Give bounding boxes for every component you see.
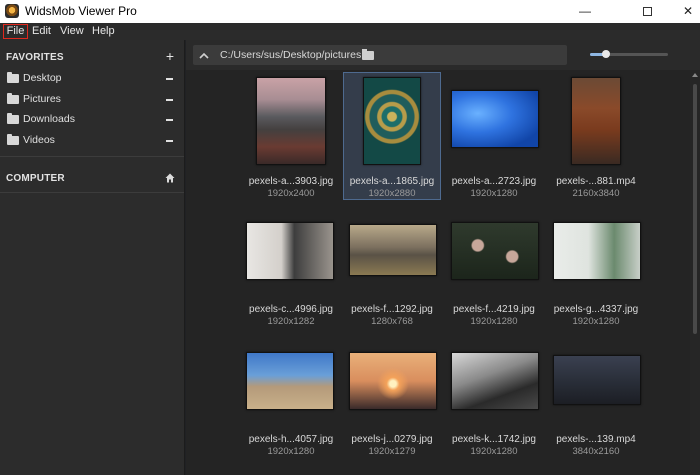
thumbnail-image [451, 352, 539, 410]
menu-help[interactable]: Help [92, 24, 115, 39]
close-button[interactable]: ✕ [676, 0, 700, 23]
remove-favorite-button[interactable] [166, 78, 173, 80]
window-title: WidsMob Viewer Pro [25, 4, 137, 18]
sidebar: FAVORITES + Desktop Pictures Downloads V… [0, 40, 185, 475]
thumbnail-image [256, 77, 326, 165]
thumbnail-tile[interactable]: pexels-a...2723.jpg 1920x1280 [445, 72, 543, 200]
scroll-up-arrow-icon[interactable] [692, 73, 698, 77]
file-name: pexels-f...4219.jpg [453, 304, 535, 315]
add-favorite-button[interactable]: + [166, 49, 174, 63]
file-dimensions: 1920x1280 [572, 316, 620, 327]
thumbnail-tile-selected[interactable]: pexels-a...1865.jpg 1920x2880 [343, 72, 441, 200]
file-dimensions: 1920x1280 [267, 446, 315, 457]
path-text[interactable]: C:/Users/sus/Desktop/pictures [220, 49, 361, 61]
thumbnail-image [246, 222, 334, 280]
title-bar: WidsMob Viewer Pro — ✕ [0, 0, 700, 23]
sidebar-item-pictures[interactable]: Pictures [0, 90, 184, 110]
sidebar-item-label: Pictures [23, 93, 61, 105]
file-name: pexels-f...1292.jpg [351, 304, 433, 315]
file-dimensions: 3840x2160 [572, 446, 620, 457]
menu-bar: File Edit View Help [0, 23, 700, 40]
remove-favorite-button[interactable] [166, 119, 173, 121]
file-dimensions: 1920x1280 [470, 188, 518, 199]
sidebar-item-downloads[interactable]: Downloads [0, 110, 184, 130]
menu-view[interactable]: View [60, 24, 84, 39]
thumbnail-image [349, 352, 437, 410]
thumbnail-tile[interactable]: pexels-h...4057.jpg 1920x1280 [242, 348, 340, 475]
thumbnail-image [451, 222, 539, 280]
file-dimensions: 1920x1280 [470, 316, 518, 327]
folder-icon [7, 72, 19, 83]
path-bar: C:/Users/sus/Desktop/pictures [186, 40, 700, 70]
thumbnail-image [571, 77, 621, 165]
file-name: pexels-a...1865.jpg [349, 176, 435, 187]
file-name: pexels-k...1742.jpg [452, 434, 536, 445]
menu-file[interactable]: File [3, 24, 28, 39]
thumbnail-image [363, 77, 421, 165]
thumbnail-tile[interactable]: pexels-j...0279.jpg 1920x1279 [343, 348, 441, 475]
sidebar-item-label: Desktop [23, 72, 62, 84]
remove-favorite-button[interactable] [166, 99, 173, 101]
file-name: pexels-...881.mp4 [556, 176, 636, 187]
thumbnail-image [451, 90, 539, 148]
file-dimensions: 1920x1280 [470, 446, 518, 457]
chevron-up-icon[interactable] [198, 49, 210, 61]
zoom-slider-handle[interactable] [601, 50, 610, 58]
maximize-button[interactable] [624, 0, 670, 23]
thumbnail-image [349, 224, 437, 276]
thumbnail-tile[interactable]: pexels-...881.mp4 2160x3840 [547, 72, 645, 200]
file-name: pexels-a...2723.jpg [451, 176, 537, 187]
vertical-scrollbar[interactable] [690, 70, 700, 475]
thumbnail-image [553, 355, 641, 405]
thumbnail-tile[interactable]: pexels-f...1292.jpg 1280x768 [343, 218, 441, 346]
file-dimensions: 1920x2880 [368, 188, 416, 199]
favorites-heading: FAVORITES [6, 52, 64, 63]
file-dimensions: 1920x2400 [267, 188, 315, 199]
thumbnail-grid: pexels-a...3903.jpg 1920x2400 pexels-a..… [186, 70, 690, 475]
maximize-icon [642, 7, 652, 17]
thumbnail-tile[interactable]: pexels-k...1742.jpg 1920x1280 [445, 348, 543, 475]
thumbnail-tile[interactable]: pexels-c...4996.jpg 1920x1282 [242, 218, 340, 346]
file-name: pexels-j...0279.jpg [351, 434, 433, 445]
zoom-slider[interactable] [590, 50, 668, 58]
folder-icon [7, 113, 19, 124]
thumbnail-image [553, 222, 641, 280]
computer-heading: COMPUTER [6, 173, 65, 184]
file-name: pexels-c...4996.jpg [249, 304, 333, 315]
menu-edit[interactable]: Edit [32, 24, 51, 39]
file-name: pexels-a...3903.jpg [248, 176, 334, 187]
sidebar-item-label: Downloads [23, 113, 75, 125]
thumbnail-tile[interactable]: pexels-a...3903.jpg 1920x2400 [242, 72, 340, 200]
folder-icon [7, 93, 19, 104]
minimize-button[interactable]: — [562, 0, 608, 23]
sidebar-divider [0, 192, 184, 193]
file-dimensions: 2160x3840 [572, 188, 620, 199]
remove-favorite-button[interactable] [166, 140, 173, 142]
folder-icon [7, 134, 19, 145]
file-name: pexels-h...4057.jpg [248, 434, 334, 445]
file-dimensions: 1920x1279 [368, 446, 416, 457]
scrollbar-thumb[interactable] [693, 84, 697, 334]
file-name: pexels-...139.mp4 [556, 434, 636, 445]
file-dimensions: 1280x768 [371, 316, 413, 327]
app-logo-icon [5, 4, 19, 18]
sidebar-item-label: Videos [23, 134, 55, 146]
thumbnail-tile[interactable]: pexels-f...4219.jpg 1920x1280 [445, 218, 543, 346]
sidebar-item-desktop[interactable]: Desktop [0, 69, 184, 89]
thumbnail-tile[interactable]: pexels-...139.mp4 3840x2160 [547, 348, 645, 475]
file-dimensions: 1920x1282 [267, 316, 315, 327]
thumbnail-tile[interactable]: pexels-g...4337.jpg 1920x1280 [547, 218, 645, 346]
path-box[interactable]: C:/Users/sus/Desktop/pictures [193, 45, 567, 65]
sidebar-divider [0, 156, 184, 157]
thumbnail-image [246, 352, 334, 410]
file-name: pexels-g...4337.jpg [553, 304, 639, 315]
home-icon[interactable] [165, 173, 175, 183]
folder-icon[interactable] [362, 49, 374, 60]
sidebar-item-videos[interactable]: Videos [0, 131, 184, 151]
